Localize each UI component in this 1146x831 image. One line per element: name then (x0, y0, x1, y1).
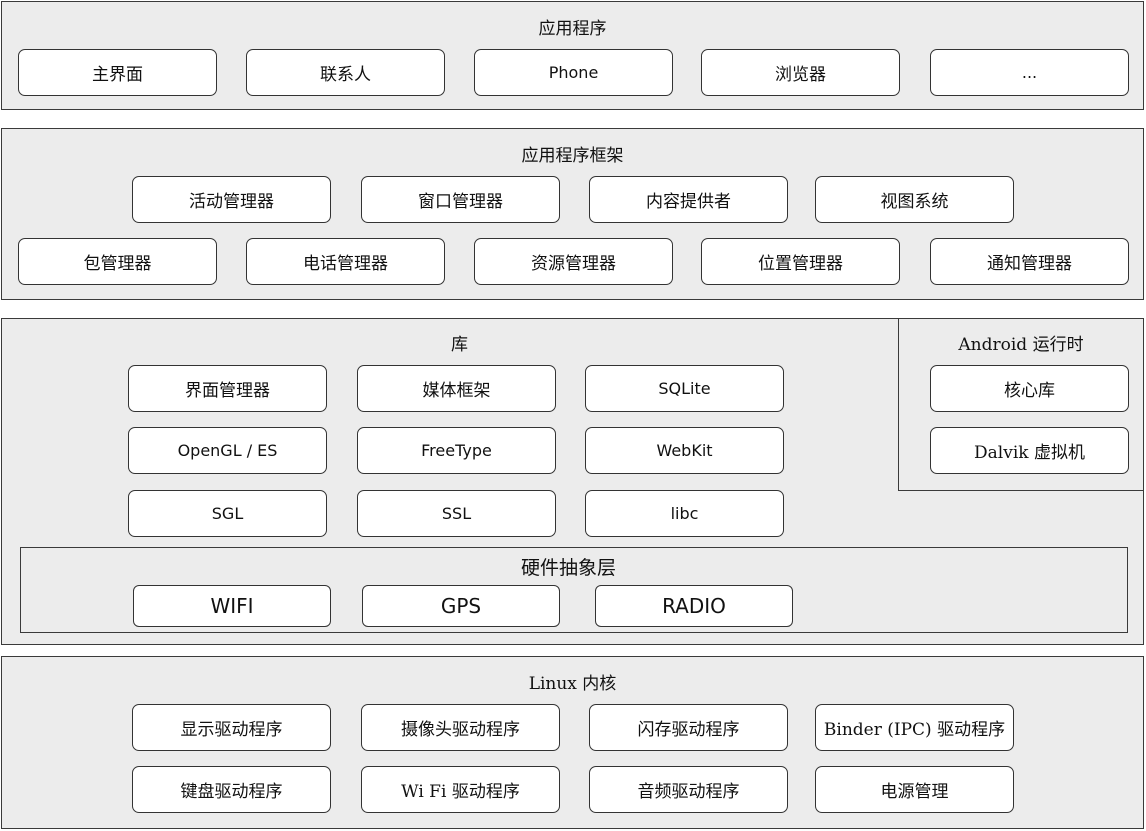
lib-sgl: SGL (128, 490, 327, 537)
kernel-display-driver: 显示驱动程序 (132, 704, 331, 751)
applications-layer-title: 应用程序 (538, 19, 607, 39)
framework-activity-manager: 活动管理器 (132, 176, 331, 223)
lib-surface-manager: 界面管理器 (128, 365, 327, 412)
lib-sqlite: SQLite (585, 365, 784, 412)
lib-opengl-es: OpenGL / ES (128, 427, 327, 474)
hal-wifi: WIFI (133, 585, 331, 627)
hal-layer-title: 硬件抽象层 (521, 557, 617, 579)
runtime-dalvik-vm: Dalvik 虚拟机 (930, 427, 1129, 474)
kernel-audio-driver: 音频驱动程序 (589, 766, 788, 813)
applications-layer: 应用程序 主界面 联系人 Phone 浏览器 ... (1, 1, 1144, 110)
kernel-camera-driver: 摄像头驱动程序 (361, 704, 560, 751)
kernel-binder-driver: Binder (IPC) 驱动程序 (815, 704, 1014, 751)
framework-content-providers: 内容提供者 (589, 176, 788, 223)
app-browser: 浏览器 (701, 49, 900, 96)
framework-window-manager: 窗口管理器 (361, 176, 560, 223)
lib-freetype: FreeType (357, 427, 556, 474)
framework-package-manager: 包管理器 (18, 238, 217, 285)
kernel-power-management: 电源管理 (815, 766, 1014, 813)
app-home: 主界面 (18, 49, 217, 96)
kernel-keypad-driver: 键盘驱动程序 (132, 766, 331, 813)
app-contacts: 联系人 (246, 49, 445, 96)
framework-resource-manager: 资源管理器 (474, 238, 673, 285)
lib-libc: libc (585, 490, 784, 537)
hal-radio: RADIO (595, 585, 793, 627)
lib-webkit: WebKit (585, 427, 784, 474)
hal-layer: 硬件抽象层 WIFI GPS RADIO (20, 547, 1128, 633)
runtime-layer-title: Android 运行时 (958, 335, 1084, 355)
framework-location-manager: 位置管理器 (701, 238, 900, 285)
lib-ssl: SSL (357, 490, 556, 537)
kernel-layer: Linux 内核 显示驱动程序 摄像头驱动程序 闪存驱动程序 Binder (I… (1, 656, 1144, 829)
framework-notification-manager: 通知管理器 (930, 238, 1129, 285)
runtime-core-libraries: 核心库 (930, 365, 1129, 412)
app-phone: Phone (474, 49, 673, 96)
framework-telephony-manager: 电话管理器 (246, 238, 445, 285)
framework-view-system: 视图系统 (815, 176, 1014, 223)
runtime-layer: Android 运行时 核心库 Dalvik 虚拟机 (898, 318, 1144, 491)
framework-layer-title: 应用程序框架 (521, 146, 624, 166)
lib-media-framework: 媒体框架 (357, 365, 556, 412)
kernel-layer-title: Linux 内核 (528, 674, 617, 694)
framework-layer: 应用程序框架 活动管理器 窗口管理器 内容提供者 视图系统 包管理器 电话管理器… (1, 128, 1144, 300)
kernel-wifi-driver: Wi Fi 驱动程序 (361, 766, 560, 813)
libraries-layer-title: 库 (451, 335, 468, 355)
kernel-flash-driver: 闪存驱动程序 (589, 704, 788, 751)
app-more: ... (930, 49, 1129, 96)
hal-gps: GPS (362, 585, 560, 627)
